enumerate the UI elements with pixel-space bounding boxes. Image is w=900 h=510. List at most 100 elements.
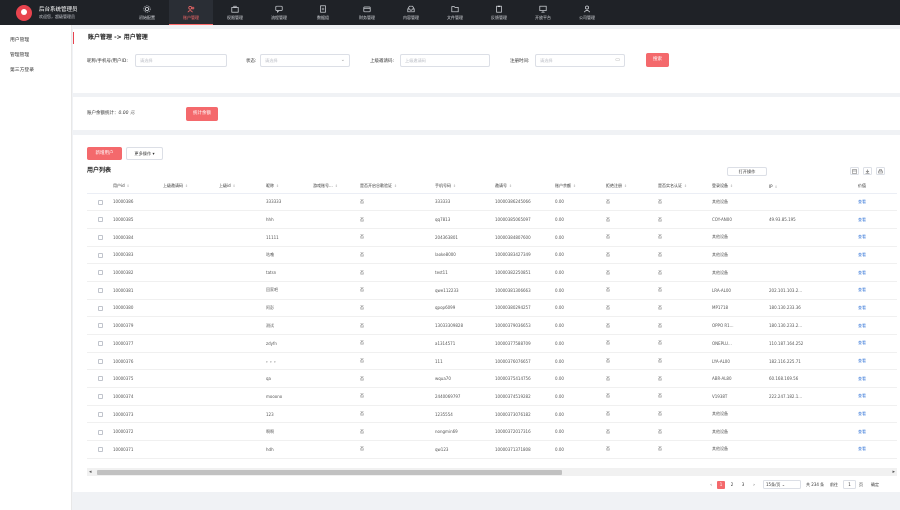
view-link[interactable]: 查看 bbox=[858, 340, 866, 345]
column-header[interactable]: 邀请号 ⇕ bbox=[495, 180, 555, 194]
page-1[interactable]: 1 bbox=[717, 481, 725, 489]
view-link[interactable]: 查看 bbox=[858, 217, 866, 222]
view-link[interactable]: 查看 bbox=[858, 446, 866, 451]
view-link[interactable]: 查看 bbox=[858, 270, 866, 275]
table-row[interactable]: 10000384 11111 否 204363801 10000384807600 0.0… bbox=[87, 228, 897, 247]
view-link[interactable]: 查看 bbox=[858, 429, 866, 434]
scroll-left-icon[interactable]: ◂ bbox=[89, 469, 92, 475]
table-row[interactable]: 10000383 咕噜否 laoke8000 10000383427349 0.00 否否… bbox=[87, 246, 897, 265]
sort-icon[interactable]: ⇕ bbox=[185, 184, 188, 188]
topnav-item-0[interactable]: 初始配置 bbox=[125, 0, 169, 25]
table-row[interactable]: 10000371 hdh 否 qw123 10000371371808 0.00 否否其他设… bbox=[87, 440, 897, 459]
next-page-icon[interactable]: › bbox=[750, 481, 758, 489]
more-actions-button[interactable]: 更多操作 ▾ bbox=[126, 147, 163, 160]
row-checkbox[interactable] bbox=[97, 234, 103, 240]
row-checkbox[interactable] bbox=[97, 323, 103, 329]
topnav-item-5[interactable]: 财务管理 bbox=[345, 0, 389, 25]
export-icon[interactable] bbox=[863, 167, 872, 175]
table-row[interactable]: 10000376。。。否 111 10000376076657 0.00 否否 LYA-A… bbox=[87, 352, 897, 371]
sort-icon[interactable]: ⇕ bbox=[127, 184, 130, 188]
column-toggle-icon[interactable] bbox=[850, 167, 859, 175]
column-header[interactable]: 拒绝注册 ⇕ bbox=[606, 180, 658, 194]
page-3[interactable]: 3 bbox=[739, 481, 747, 489]
table-row[interactable]: 10000374 mooono 否 2440069797 10000374519282 0… bbox=[87, 387, 897, 406]
sort-icon[interactable]: ⇕ bbox=[233, 184, 236, 188]
filter-status-select[interactable]: 请选择 ⌄ bbox=[260, 54, 350, 67]
table-row[interactable]: 10000385 hhh 否 qq7813 10000385065097 0.00 否否 CO… bbox=[87, 210, 897, 229]
calc-balance-button[interactable]: 统计余额 bbox=[186, 107, 218, 121]
print-icon[interactable] bbox=[876, 167, 885, 175]
view-link[interactable]: 查看 bbox=[858, 252, 866, 257]
column-header[interactable]: 价值 bbox=[827, 180, 897, 194]
topnav-item-2[interactable]: 权限管理 bbox=[213, 0, 257, 25]
sort-icon[interactable]: ⇕ bbox=[573, 184, 576, 188]
sort-icon[interactable]: ⇕ bbox=[335, 184, 338, 188]
sort-icon[interactable]: ⇕ bbox=[730, 184, 733, 188]
sort-icon[interactable]: ⇕ bbox=[394, 184, 397, 188]
row-checkbox[interactable] bbox=[97, 394, 103, 400]
view-link[interactable]: 查看 bbox=[858, 305, 866, 310]
table-row[interactable]: 10000375 qa 否 wqua70 10000375414756 0.00 否否 ABR… bbox=[87, 369, 897, 389]
column-header[interactable]: 账户余额 ⇕ bbox=[555, 180, 606, 194]
filter-date-input[interactable]: 请选择 ▭ bbox=[535, 54, 625, 67]
goto-confirm-button[interactable]: 确定 bbox=[871, 481, 879, 489]
view-link[interactable]: 查看 bbox=[858, 393, 866, 398]
topnav-item-9[interactable]: 开放平台 bbox=[521, 0, 565, 25]
sort-icon[interactable]: ⇕ bbox=[775, 185, 778, 189]
row-checkbox[interactable] bbox=[97, 199, 103, 205]
avatar[interactable] bbox=[16, 4, 32, 21]
topnav-item-6[interactable]: 内容管理 bbox=[389, 0, 433, 25]
table-row[interactable]: 10000380 阿彭否 qpop6099 10000380294257 0.00 否否 M… bbox=[87, 299, 897, 318]
filter-keyword-input[interactable]: 请选择 bbox=[135, 54, 227, 67]
print-button[interactable]: 打开操作 bbox=[727, 167, 767, 176]
search-button[interactable]: 搜索 bbox=[646, 53, 669, 67]
row-checkbox[interactable] bbox=[97, 447, 103, 453]
sort-icon[interactable]: ⇕ bbox=[276, 184, 279, 188]
scroll-right-icon[interactable]: ▸ bbox=[892, 469, 895, 475]
row-checkbox[interactable] bbox=[97, 217, 103, 223]
filter-invite-input[interactable]: 上级邀请码 bbox=[400, 54, 490, 67]
column-header[interactable]: 上级邀请码 ⇕ bbox=[163, 180, 219, 194]
goto-page-input[interactable]: 1 bbox=[843, 480, 856, 489]
topnav-item-8[interactable]: 反馈管理 bbox=[477, 0, 521, 25]
sidebar-item-users[interactable]: 用户管理 bbox=[0, 33, 71, 48]
topnav-item-4[interactable]: 数据组 bbox=[301, 0, 345, 25]
topnav-item-7[interactable]: 文件管理 bbox=[433, 0, 477, 25]
row-checkbox[interactable] bbox=[97, 411, 103, 417]
view-link[interactable]: 查看 bbox=[858, 199, 866, 204]
sidebar-item-third-party-login[interactable]: 第三方登录 bbox=[0, 63, 71, 78]
row-checkbox[interactable] bbox=[97, 376, 103, 382]
horizontal-scrollbar[interactable]: ◂ ▸ bbox=[87, 468, 897, 476]
view-link[interactable]: 查看 bbox=[858, 376, 866, 381]
table-row[interactable]: 10000386 333333 否 333333 10000386245066 0.00 否… bbox=[87, 193, 897, 212]
column-header[interactable]: 上级id ⇕ bbox=[219, 180, 266, 194]
row-checkbox[interactable] bbox=[97, 305, 103, 311]
table-row[interactable]: 10000373 123 否 1235554 10000373076182 0.00 否否其… bbox=[87, 405, 897, 424]
row-checkbox[interactable] bbox=[97, 429, 103, 435]
table-row[interactable]: 10000377 zdyfn 否 a1314571 10000377588709 0.00… bbox=[87, 334, 897, 353]
column-header[interactable]: 手机号码 ⇕ bbox=[435, 180, 495, 194]
row-checkbox[interactable] bbox=[97, 270, 103, 276]
page-size-select[interactable]: 15条/页 ⌄ bbox=[763, 480, 801, 489]
table-row[interactable]: 10000381 回家吧否 qwe112233 10000381306663 0.00 否… bbox=[87, 281, 897, 300]
column-header[interactable]: 是否实名认证 ⇕ bbox=[658, 180, 712, 194]
view-link[interactable]: 查看 bbox=[858, 358, 866, 363]
row-checkbox[interactable] bbox=[97, 358, 103, 364]
table-row[interactable]: 10000372 啊啊否 nongmin69 10000372017316 0.00 否否… bbox=[87, 422, 897, 442]
add-user-button[interactable]: 新增用户 bbox=[87, 147, 122, 160]
topnav-item-1[interactable]: 账户管理 bbox=[169, 0, 213, 25]
column-header[interactable]: 昵称 ⇕ bbox=[266, 180, 313, 194]
page-2[interactable]: 2 bbox=[728, 481, 736, 489]
table-row[interactable]: 10000382 tatsn 否 test11 10000382250851 0.00 否否… bbox=[87, 263, 897, 282]
column-header[interactable]: 游戏账号... ⇕ bbox=[313, 180, 360, 194]
view-link[interactable]: 查看 bbox=[858, 234, 866, 239]
topnav-item-3[interactable]: 流程管理 bbox=[257, 0, 301, 25]
sort-icon[interactable]: ⇕ bbox=[509, 184, 512, 188]
row-checkbox[interactable] bbox=[97, 341, 103, 347]
sort-icon[interactable]: ⇕ bbox=[624, 184, 627, 188]
row-checkbox[interactable] bbox=[97, 288, 103, 294]
scrollbar-thumb[interactable] bbox=[97, 469, 562, 475]
row-checkbox[interactable] bbox=[97, 252, 103, 258]
topnav-item-10[interactable]: 公司管理 bbox=[565, 0, 609, 25]
view-link[interactable]: 查看 bbox=[858, 323, 866, 328]
